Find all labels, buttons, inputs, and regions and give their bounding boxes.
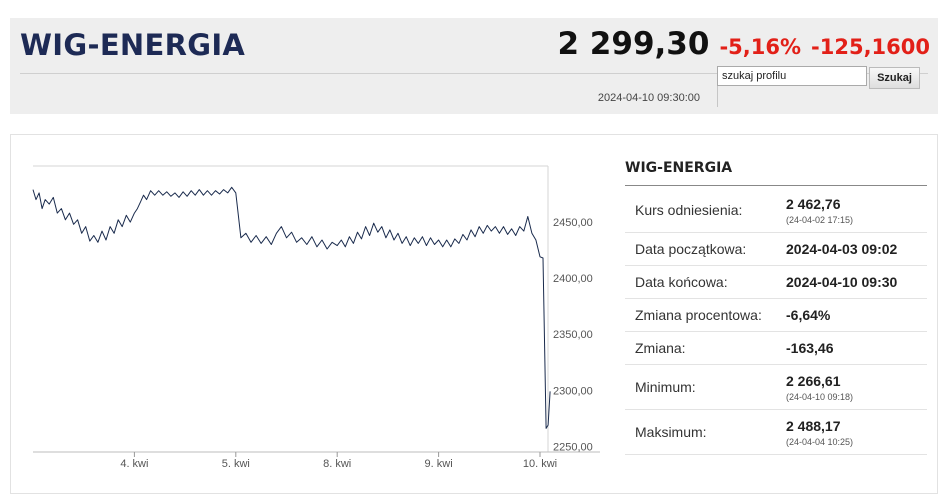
stats-value: -163,46 (786, 331, 927, 365)
y-tick-label: 2400,00 (553, 273, 593, 285)
stats-value-date: (24-04-10 09:18) (786, 391, 854, 402)
stats-value-date: (24-04-04 10:25) (786, 436, 854, 447)
stats-value: 2024-04-03 09:02 (786, 232, 927, 266)
stats-label: Kurs odniesienia: (625, 188, 786, 233)
stats-value: 2 266,61 (786, 372, 841, 389)
stats-title: WIG-ENERGIA (625, 160, 927, 186)
stats-row-start-date: Data początkowa: 2024-04-03 09:02 (625, 232, 927, 266)
stats-panel: WIG-ENERGIA Kurs odniesienia: 2 462,76 (2… (625, 160, 927, 455)
stats-value-date: (24-04-02 17:15) (786, 214, 854, 225)
stats-row-reference: Kurs odniesienia: 2 462,76 (24-04-02 17:1… (625, 188, 927, 233)
stats-row-change: Zmiana: -163,46 (625, 331, 927, 365)
stats-label: Zmiana procentowa: (625, 298, 786, 332)
stats-row-maximum: Maksimum: 2 488,17 (24-04-04 10:25) (625, 409, 927, 455)
x-tick-label: 4. kwi (120, 458, 148, 470)
stats-row-percent-change: Zmiana procentowa: -6,64% (625, 298, 927, 332)
chart-frame (33, 165, 600, 453)
y-tick-label: 2250,00 (553, 441, 593, 453)
stats-label: Data początkowa: (625, 232, 786, 266)
plot-background (33, 166, 548, 452)
y-tick-label: 2300,00 (553, 385, 593, 397)
chart-x-axis: 4. kwi 5. kwi 8. kwi 9. kwi 10. kwi (120, 452, 557, 470)
stats-row-end-date: Data końcowa: 2024-04-10 09:30 (625, 265, 927, 299)
stats-value: 2 462,76 (786, 195, 841, 212)
x-tick-label: 5. kwi (222, 458, 250, 470)
stats-value: 2 488,17 (786, 417, 841, 434)
stats-label: Data końcowa: (625, 265, 786, 299)
stats-value: 2024-04-10 09:30 (786, 265, 927, 299)
chart-y-axis: 2450,00 2400,00 2350,00 2300,00 2250,00 (553, 217, 593, 453)
stats-row-minimum: Minimum: 2 266,61 (24-04-10 09:18) (625, 364, 927, 410)
stats-label: Zmiana: (625, 331, 786, 365)
stats-label: Minimum: (625, 364, 786, 410)
stats-table: Kurs odniesienia: 2 462,76 (24-04-02 17:1… (625, 188, 927, 455)
x-tick-label: 10. kwi (523, 458, 557, 470)
x-tick-label: 8. kwi (323, 458, 351, 470)
y-tick-label: 2350,00 (553, 329, 593, 341)
stats-label: Maksimum: (625, 409, 786, 455)
y-tick-label: 2450,00 (553, 217, 593, 229)
x-tick-label: 9. kwi (425, 458, 453, 470)
stats-value: -6,64% (786, 298, 927, 332)
